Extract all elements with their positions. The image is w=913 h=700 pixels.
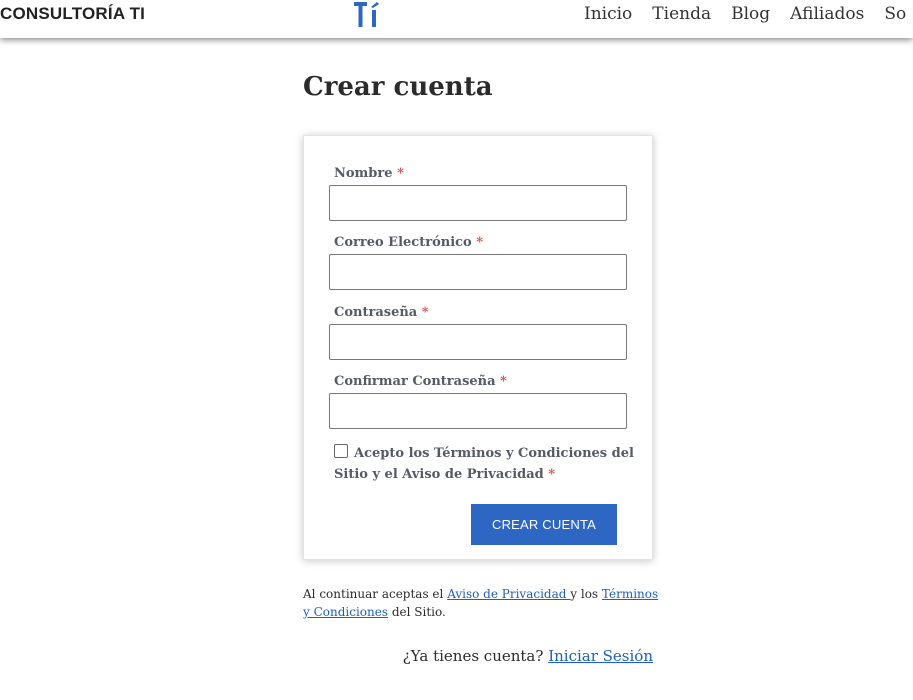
password-input[interactable] xyxy=(329,324,627,360)
confirm-password-input[interactable] xyxy=(329,393,627,429)
required-mark: * xyxy=(476,235,484,250)
create-account-button[interactable]: CREAR CUENTA xyxy=(471,504,617,545)
login-prompt: ¿Ya tienes cuenta? Iniciar Sesión xyxy=(402,647,653,665)
name-label: Nombre * xyxy=(334,166,404,181)
password-label: Contraseña * xyxy=(334,305,429,320)
required-mark: * xyxy=(397,166,404,181)
required-mark: * xyxy=(500,374,507,389)
page-title: Crear cuenta xyxy=(303,72,493,102)
nav-item-blog[interactable]: Blog xyxy=(731,4,770,24)
required-mark: * xyxy=(548,467,556,482)
terms-checkbox[interactable] xyxy=(334,444,348,458)
required-mark: * xyxy=(421,305,429,320)
nav-item-truncated[interactable]: So xyxy=(884,4,906,24)
main-nav: Inicio Tienda Blog Afiliados So xyxy=(584,4,913,24)
site-name[interactable]: CONSULTORÍA TI xyxy=(0,4,145,24)
name-input[interactable] xyxy=(329,185,627,221)
terms-note: Al continuar aceptas el Aviso de Privaci… xyxy=(303,587,659,619)
privacy-link[interactable]: Aviso de Privacidad xyxy=(447,587,570,601)
register-form: Nombre * Correo Electrónico * Contraseña… xyxy=(303,135,653,560)
site-header: CONSULTORÍA TI Inicio Tienda Blog Afiliados… xyxy=(0,0,913,38)
terms-checkbox-label: Acepto los Términos y Condiciones del Si… xyxy=(334,446,634,482)
confirm-password-label: Confirmar Contraseña * xyxy=(334,374,507,389)
logo-icon[interactable] xyxy=(352,0,382,30)
email-label: Correo Electrónico * xyxy=(334,235,484,250)
nav-item-afiliados[interactable]: Afiliados xyxy=(790,4,864,24)
nav-item-inicio[interactable]: Inicio xyxy=(584,4,632,24)
terms-checkbox-row: Acepto los Términos y Condiciones del Si… xyxy=(334,443,634,485)
email-input[interactable] xyxy=(329,254,627,290)
login-link[interactable]: Iniciar Sesión xyxy=(548,647,653,665)
nav-item-tienda[interactable]: Tienda xyxy=(652,4,711,24)
